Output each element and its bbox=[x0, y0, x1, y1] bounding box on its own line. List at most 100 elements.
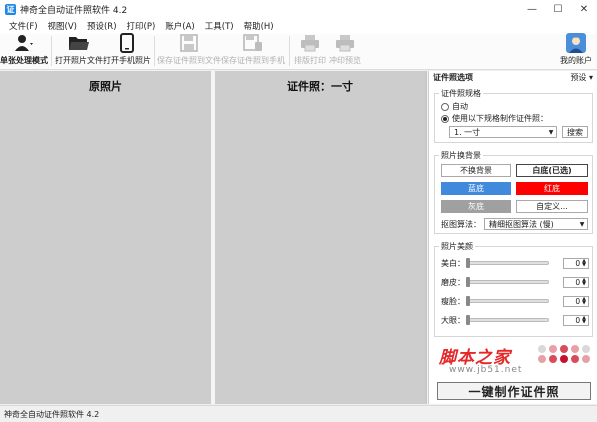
single-mode-button[interactable]: 单张处理模式 bbox=[0, 33, 48, 69]
app-icon: 证 bbox=[5, 3, 16, 15]
spin-arrows-icon[interactable]: ▲ ▼ bbox=[582, 297, 586, 306]
print-preview-icon bbox=[335, 33, 355, 53]
big-eyes-slider[interactable] bbox=[466, 315, 549, 325]
save-phone-icon bbox=[243, 33, 263, 53]
spec-select[interactable]: 1. 一寸 ▼ bbox=[449, 126, 557, 138]
toolbar: 单张处理模式 打开照片文件 打开手机照片 保存证件照到文件 保存证件照到手机 排… bbox=[0, 33, 597, 70]
slider-thumb[interactable] bbox=[466, 258, 470, 268]
whiten-slider[interactable] bbox=[466, 258, 549, 268]
menu-tools[interactable]: 工具(T) bbox=[200, 20, 239, 32]
auto-radio[interactable]: 自动 bbox=[441, 101, 468, 112]
title-bar: 证 神奇全自动证件照软件 4.2 — ☐ ✕ bbox=[0, 0, 597, 18]
slim-face-value: 0 bbox=[575, 296, 581, 306]
toolbar-separator bbox=[289, 36, 290, 66]
toolbar-separator bbox=[51, 36, 52, 66]
status-text: 神奇全自动证件照软件 4.2 bbox=[4, 409, 100, 419]
background-group: 照片换背景 不换背景 白底(已选) 蓝底 红底 灰底 自定义... 抠图算法： … bbox=[434, 150, 593, 234]
slim-face-slider-row: 瘦脸： 0 ▲ ▼ bbox=[441, 295, 591, 307]
options-panel: 证件照选项 预设 ▾ 证件照规格 自动 使用以下规格制作证件照： 1. 一寸 ▼… bbox=[428, 71, 597, 404]
slim-face-slider[interactable] bbox=[466, 296, 549, 306]
single-mode-label: 单张处理模式 bbox=[0, 56, 48, 65]
whiten-label: 美白： bbox=[441, 258, 465, 268]
watermark-url: www.jb51.net bbox=[449, 365, 523, 375]
original-photo-title: 原照片 bbox=[89, 80, 122, 93]
algo-select[interactable]: 精细抠图算法 (慢) ▼ bbox=[484, 218, 588, 230]
no-change-bg-button[interactable]: 不换背景 bbox=[441, 164, 511, 177]
open-phone-label: 打开手机照片 bbox=[103, 56, 151, 65]
panel-title: 证件照选项 bbox=[433, 72, 473, 82]
save-phone-button[interactable]: 保存证件照到手机 bbox=[220, 33, 286, 69]
smooth-slider[interactable] bbox=[466, 277, 549, 287]
open-file-label: 打开照片文件 bbox=[55, 56, 103, 65]
search-button[interactable]: 搜索 bbox=[562, 126, 588, 138]
menu-account[interactable]: 账户(A) bbox=[160, 20, 199, 32]
slider-thumb[interactable] bbox=[466, 277, 470, 287]
radio-circle bbox=[441, 102, 449, 111]
white-bg-button[interactable]: 白底(已选) bbox=[516, 164, 588, 177]
panel-header: 证件照选项 预设 ▾ bbox=[429, 71, 597, 83]
smooth-slider-row: 磨皮： 0 ▲ ▼ bbox=[441, 276, 591, 288]
custom-bg-button[interactable]: 自定义... bbox=[516, 200, 588, 213]
use-spec-radio[interactable]: 使用以下规格制作证件照： bbox=[441, 113, 548, 124]
close-button[interactable]: ✕ bbox=[571, 0, 597, 18]
maximize-button[interactable]: ☐ bbox=[545, 0, 571, 18]
id-photo-pane[interactable]: 证件照：一寸 bbox=[215, 71, 425, 404]
minimize-button[interactable]: — bbox=[519, 0, 545, 18]
spec-group: 证件照规格 自动 使用以下规格制作证件照： 1. 一寸 ▼ 搜索 bbox=[434, 88, 593, 143]
print-preview-button[interactable]: 冲印预览 bbox=[327, 33, 363, 69]
folder-icon bbox=[68, 33, 90, 53]
blue-bg-button[interactable]: 蓝底 bbox=[441, 182, 511, 195]
save-icon bbox=[180, 33, 198, 53]
beauty-group: 照片美颜 美白： 0 ▲ ▼ 磨皮： 0 ▲ ▼ 瘦脸： 0 ▲ ▼ 大眼： 0 ▲ ▼ bbox=[434, 241, 593, 337]
open-file-button[interactable]: 打开照片文件 bbox=[55, 33, 103, 69]
big-eyes-label: 大眼： bbox=[441, 315, 465, 325]
whiten-slider-row: 美白： 0 ▲ ▼ bbox=[441, 257, 591, 269]
original-photo-pane[interactable]: 原照片 bbox=[0, 71, 211, 404]
my-account-label: 我的账户 bbox=[560, 56, 592, 65]
smooth-spinbox[interactable]: 0 ▲ ▼ bbox=[563, 276, 589, 288]
account-avatar-icon bbox=[566, 33, 586, 53]
watermark-dots-icon bbox=[538, 345, 591, 363]
preset-dropdown[interactable]: 预设 ▾ bbox=[570, 72, 593, 83]
background-group-title: 照片换背景 bbox=[439, 150, 483, 161]
slider-thumb[interactable] bbox=[466, 315, 470, 325]
printer-icon bbox=[300, 33, 320, 53]
save-file-button[interactable]: 保存证件照到文件 bbox=[157, 33, 221, 69]
gray-bg-button[interactable]: 灰底 bbox=[441, 200, 511, 213]
whiten-value: 0 bbox=[575, 258, 581, 268]
toolbar-separator bbox=[154, 36, 155, 66]
smooth-label: 磨皮： bbox=[441, 277, 465, 287]
menu-help[interactable]: 帮助(H) bbox=[239, 20, 279, 32]
phone-icon bbox=[120, 33, 134, 53]
auto-radio-label: 自动 bbox=[452, 102, 468, 111]
spin-arrows-icon[interactable]: ▲ ▼ bbox=[582, 278, 586, 287]
print-label: 排版打印 bbox=[294, 56, 326, 65]
make-id-photo-button[interactable]: 一键制作证件照 bbox=[437, 382, 591, 400]
print-button[interactable]: 排版打印 bbox=[293, 33, 327, 69]
red-bg-button[interactable]: 红底 bbox=[516, 182, 588, 195]
menu-file[interactable]: 文件(F) bbox=[4, 20, 43, 32]
window-title: 神奇全自动证件照软件 4.2 bbox=[20, 5, 128, 16]
radio-circle-selected bbox=[441, 114, 449, 123]
open-phone-button[interactable]: 打开手机照片 bbox=[103, 33, 151, 69]
slim-face-spinbox[interactable]: 0 ▲ ▼ bbox=[563, 295, 589, 307]
algo-select-value: 精细抠图算法 (慢) bbox=[489, 219, 554, 229]
menu-view[interactable]: 视图(V) bbox=[43, 20, 82, 32]
spec-select-value: 1. 一寸 bbox=[454, 127, 481, 137]
spin-arrows-icon[interactable]: ▲ ▼ bbox=[582, 259, 586, 268]
print-preview-label: 冲印预览 bbox=[329, 56, 361, 65]
user-icon bbox=[13, 33, 35, 53]
save-phone-label: 保存证件照到手机 bbox=[221, 56, 285, 65]
menu-print[interactable]: 打印(P) bbox=[122, 20, 161, 32]
whiten-spinbox[interactable]: 0 ▲ ▼ bbox=[563, 257, 589, 269]
chevron-down-icon: ▼ bbox=[579, 220, 585, 228]
big-eyes-value: 0 bbox=[575, 315, 581, 325]
spin-arrows-icon[interactable]: ▲ ▼ bbox=[582, 316, 586, 325]
my-account-button[interactable]: 我的账户 bbox=[559, 33, 593, 69]
slider-thumb[interactable] bbox=[466, 296, 470, 306]
big-eyes-slider-row: 大眼： 0 ▲ ▼ bbox=[441, 314, 591, 326]
menu-bar: 文件(F) 视图(V) 预设(R) 打印(P) 账户(A) 工具(T) 帮助(H… bbox=[0, 18, 597, 34]
menu-preset[interactable]: 预设(R) bbox=[82, 20, 122, 32]
big-eyes-spinbox[interactable]: 0 ▲ ▼ bbox=[563, 314, 589, 326]
beauty-group-title: 照片美颜 bbox=[439, 241, 475, 252]
